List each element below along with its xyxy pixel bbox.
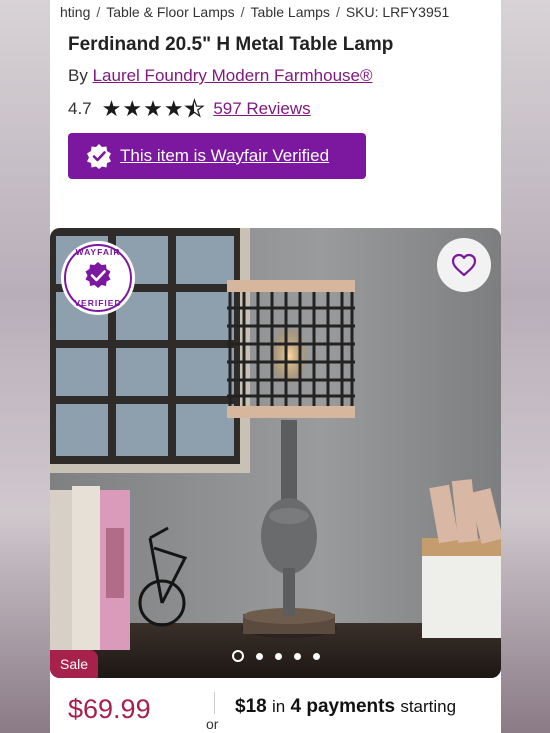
- background-right: [500, 0, 550, 733]
- carousel-dot[interactable]: [274, 652, 282, 660]
- installment-in: in: [271, 697, 286, 716]
- carousel-dot[interactable]: [312, 652, 320, 660]
- star-icon: ★: [143, 96, 163, 121]
- carousel-dot[interactable]: [255, 652, 263, 660]
- verified-label: This item is Wayfair Verified: [120, 146, 330, 165]
- carousel-dot[interactable]: [293, 652, 301, 660]
- wayfair-verified-badge: WAYFAIR VERIFIED: [60, 240, 136, 316]
- svg-text:VERIFIED: VERIFIED: [74, 298, 121, 308]
- breadcrumb-item[interactable]: Table Lamps: [251, 4, 330, 20]
- price-divider: [214, 692, 215, 714]
- installment-suffix: starting: [400, 697, 457, 716]
- carousel-pagination: [50, 650, 501, 662]
- breadcrumb-separator: /: [96, 4, 101, 20]
- installment-count: 4 payments: [290, 696, 396, 717]
- breadcrumb-separator: /: [335, 4, 340, 20]
- wayfair-verified-button[interactable]: This item is Wayfair Verified: [68, 133, 366, 179]
- by-prefix: By: [68, 66, 88, 85]
- product-title: Ferdinand 20.5" H Metal Table Lamp: [68, 34, 394, 55]
- favorite-button[interactable]: [437, 238, 491, 292]
- product-image-carousel[interactable]: WAYFAIR VERIFIED Sale: [50, 228, 501, 678]
- product-page: hting / Table & Floor Lamps / Table Lamps / SK…: [50, 0, 501, 733]
- rating-row: 4.7 ★ ★ ★ ★ ★ 597 Reviews: [68, 96, 311, 121]
- breadcrumb-item[interactable]: Table & Floor Lamps: [106, 4, 234, 20]
- rating-value: 4.7: [68, 99, 92, 118]
- star-rating: ★ ★ ★ ★ ★: [101, 96, 206, 121]
- sale-price: $69.99: [68, 694, 151, 724]
- carousel-dot[interactable]: [231, 650, 244, 662]
- breadcrumb-item[interactable]: hting: [60, 4, 90, 20]
- heart-icon: [451, 253, 477, 277]
- half-star-icon: ★: [184, 97, 205, 120]
- installment-amount: $18: [235, 696, 267, 717]
- price-row: $69.99 or $18 in 4 payments starting: [50, 688, 501, 733]
- star-icon: ★: [122, 96, 143, 121]
- installment-offer[interactable]: $18 in 4 payments starting: [235, 696, 456, 718]
- breadcrumb: hting / Table & Floor Lamps / Table Lamps / SK…: [60, 4, 500, 20]
- brand-line: By Laurel Foundry Modern Farmhouse®: [68, 66, 373, 86]
- verified-check-icon: [87, 144, 111, 169]
- background-left: [0, 0, 50, 733]
- breadcrumb-separator: /: [240, 4, 245, 20]
- verified-seal-icon: WAYFAIR VERIFIED: [61, 241, 135, 315]
- star-icon: ★: [163, 96, 184, 121]
- star-icon: ★: [101, 96, 122, 121]
- sku-label: SKU: LRFY3951: [345, 4, 450, 20]
- brand-link[interactable]: Laurel Foundry Modern Farmhouse®: [93, 66, 373, 85]
- svg-text:WAYFAIR: WAYFAIR: [76, 247, 121, 257]
- reviews-link[interactable]: 597 Reviews: [213, 99, 310, 119]
- or-label: or: [206, 716, 219, 732]
